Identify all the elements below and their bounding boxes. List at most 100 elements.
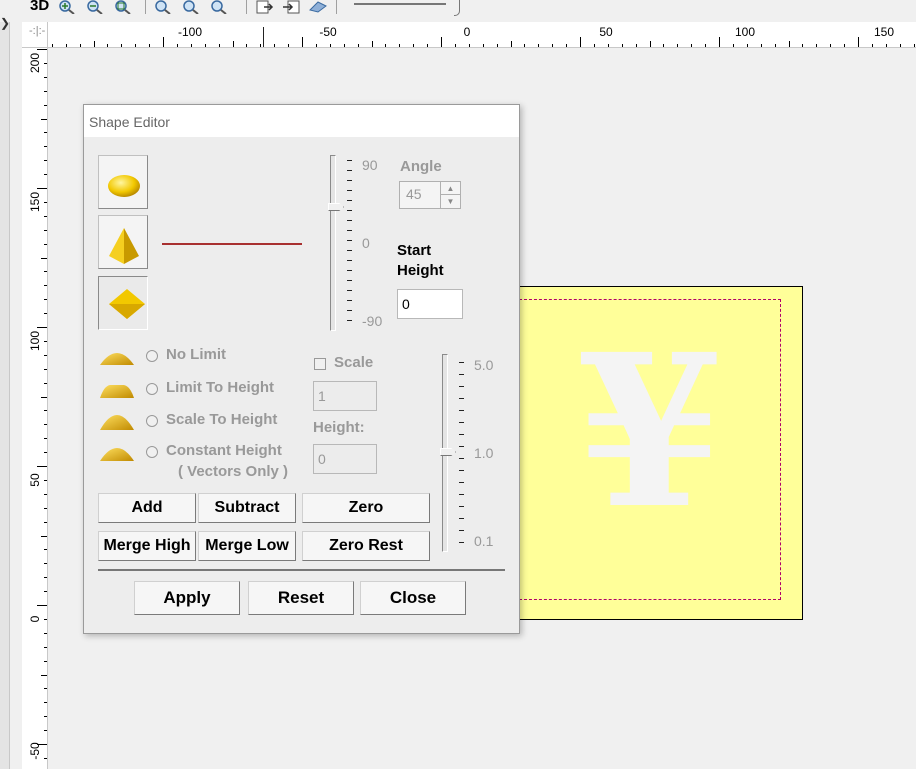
ruler-tick xyxy=(44,618,47,620)
spin-down-icon[interactable]: ▼ xyxy=(441,195,460,208)
ruler-tick xyxy=(44,201,47,203)
angle-slider[interactable] xyxy=(328,155,354,331)
start-height-label-line2: Height xyxy=(397,262,444,279)
main-toolbar: 3D xyxy=(0,0,916,22)
zoom-fit-icon[interactable] xyxy=(114,0,132,16)
ruler-tick xyxy=(44,174,47,176)
ruler-tick xyxy=(44,90,47,92)
flat-diamond-shape-button[interactable] xyxy=(98,276,148,330)
close-button[interactable]: Close xyxy=(360,581,466,615)
ruler-tick xyxy=(329,44,331,47)
spin-up-icon[interactable]: ▲ xyxy=(441,182,460,195)
zoom-previous-icon[interactable] xyxy=(182,0,200,16)
scale-mid-label: 1.0 xyxy=(474,445,494,461)
limit-to-height-label: Limit To Height xyxy=(166,379,275,396)
constant-height-radio[interactable] xyxy=(146,446,158,458)
ruler-tick xyxy=(44,410,47,412)
add-button[interactable]: Add xyxy=(98,493,196,523)
start-height-field[interactable] xyxy=(397,289,463,319)
ruler-label: 200 xyxy=(28,52,42,74)
ruler-tick xyxy=(44,716,47,718)
ruler-tick xyxy=(44,757,47,759)
zero-button[interactable]: Zero xyxy=(302,493,430,523)
ruler-tick xyxy=(44,104,47,106)
ruler-tick xyxy=(135,44,137,47)
ruler-tick xyxy=(44,160,47,162)
ruler-label: 100 xyxy=(734,25,756,39)
merge-high-button[interactable]: Merge High xyxy=(98,531,196,561)
ruler-tick xyxy=(260,44,262,47)
3d-view-button[interactable]: 3D xyxy=(30,0,49,14)
start-height-input[interactable] xyxy=(398,290,462,318)
pyramid-shape-button[interactable] xyxy=(98,215,148,269)
no-limit-radio[interactable] xyxy=(146,350,158,362)
zoom-all-icon[interactable] xyxy=(210,0,228,16)
ruler-tick xyxy=(44,285,47,287)
round-shape-icon xyxy=(108,175,140,197)
dialog-titlebar[interactable]: Shape Editor xyxy=(84,105,519,137)
ruler-tick xyxy=(44,299,47,301)
toolbar-separator xyxy=(246,0,247,14)
height-input[interactable] xyxy=(314,445,376,473)
scale-input[interactable] xyxy=(314,382,376,410)
round-shape-button[interactable] xyxy=(98,155,148,209)
ruler-tick xyxy=(593,44,595,47)
ruler-tick xyxy=(774,44,776,47)
export-icon[interactable] xyxy=(256,0,274,16)
height-label: Height: xyxy=(313,419,365,436)
left-panel-edge[interactable]: ❯ xyxy=(0,16,10,769)
ruler-tick xyxy=(44,438,47,440)
no-limit-icon xyxy=(100,353,134,365)
angle-min-label: -90 xyxy=(362,313,383,329)
zoom-out-icon[interactable] xyxy=(86,0,104,16)
angle-value: 45 xyxy=(406,186,422,202)
ruler-tick xyxy=(163,37,164,47)
angle-spinbox[interactable]: 45 ▲ ▼ xyxy=(399,181,461,209)
zoom-window-icon[interactable] xyxy=(154,0,172,16)
ruler-tick xyxy=(37,327,47,328)
subtract-button[interactable]: Subtract xyxy=(198,493,296,523)
height-field[interactable] xyxy=(313,444,377,474)
material-plate[interactable]: ¥ xyxy=(519,286,803,620)
ruler-label: 0 xyxy=(463,25,471,39)
ruler-tick xyxy=(204,44,206,47)
angle-max-label: 90 xyxy=(362,157,378,173)
ruler-origin[interactable]: -:|:- xyxy=(22,22,48,48)
scale-field[interactable] xyxy=(313,381,377,411)
zoom-in-icon[interactable] xyxy=(58,0,76,16)
ruler-tick xyxy=(788,41,790,47)
ruler-tick xyxy=(190,44,192,47)
ruler-tick xyxy=(885,44,887,47)
constant-height-label: Constant Height xyxy=(166,442,282,459)
ruler-tick xyxy=(635,44,637,47)
render-icon[interactable] xyxy=(308,0,328,16)
ruler-tick xyxy=(44,521,47,523)
apply-button[interactable]: Apply xyxy=(134,581,240,615)
ruler-tick xyxy=(385,44,387,47)
reset-button[interactable]: Reset xyxy=(248,581,354,615)
angle-mid-label: 0 xyxy=(362,235,370,251)
ruler-tick xyxy=(65,44,67,47)
scale-slider[interactable] xyxy=(440,354,466,552)
limit-to-height-radio[interactable] xyxy=(146,383,158,395)
import-icon[interactable] xyxy=(282,0,300,16)
scale-to-height-radio[interactable] xyxy=(146,415,158,427)
ruler-tick xyxy=(913,44,915,47)
ruler-tick xyxy=(580,37,581,47)
scale-checkbox[interactable] xyxy=(314,358,326,370)
toolbar-slider[interactable] xyxy=(340,0,460,16)
ruler-tick xyxy=(732,44,734,47)
limit-to-height-icon xyxy=(100,385,134,398)
ruler-tick xyxy=(51,44,53,47)
ruler-tick xyxy=(510,41,512,47)
merge-low-button[interactable]: Merge Low xyxy=(198,531,296,561)
ruler-tick xyxy=(41,535,47,537)
angle-slider-thumb[interactable] xyxy=(328,203,344,211)
collapse-arrow-icon[interactable]: ❯ xyxy=(0,16,10,30)
scale-slider-thumb[interactable] xyxy=(440,448,456,456)
zero-rest-button[interactable]: Zero Rest xyxy=(302,531,430,561)
ruler-tick xyxy=(41,396,47,398)
yen-symbol-vector[interactable]: ¥ xyxy=(550,327,750,537)
ruler-tick xyxy=(496,44,498,47)
ruler-tick xyxy=(41,257,47,259)
